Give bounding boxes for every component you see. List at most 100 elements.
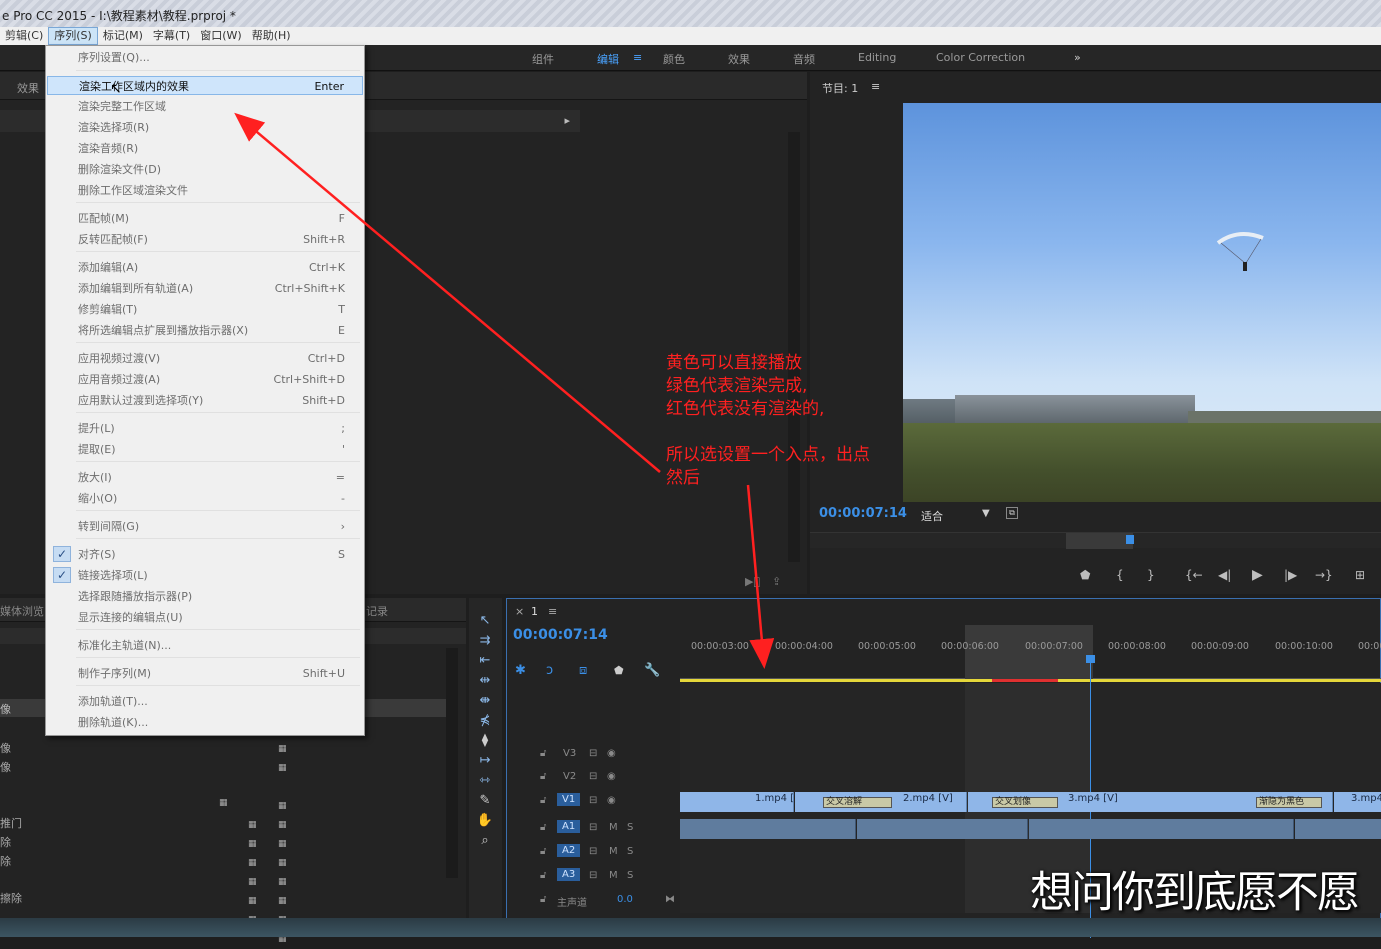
menu-item[interactable]: 添加轨道(T)... (47, 692, 363, 711)
playhead-handle[interactable] (1086, 655, 1095, 663)
menu-item[interactable]: 添加编辑到所有轨道(A) Ctrl+Shift+K (47, 279, 363, 298)
master-volume-value[interactable]: 0.0 (617, 894, 633, 905)
program-zoom-bar[interactable] (1066, 533, 1133, 549)
chevron-down-icon[interactable]: ▼ (982, 508, 990, 519)
panel-settings-icon[interactable]: ⇪ (772, 575, 781, 588)
menu-item[interactable]: 制作子序列(M) Shift+U (47, 664, 363, 683)
menu-item[interactable]: 放大(I) = (47, 468, 363, 487)
menu-item[interactable]: 应用默认过渡到选择项(Y) Shift+D (47, 391, 363, 410)
zoom-tool-icon[interactable]: ⌕ (475, 833, 495, 849)
wrench-icon[interactable]: 🔧 (644, 663, 660, 678)
timeline-timecode[interactable]: 00:00:07:14 (513, 627, 608, 643)
workspace-tab-audio[interactable]: 音频 (793, 51, 815, 67)
export-frame-icon[interactable]: ⧉ (1006, 507, 1018, 519)
menu-sequence[interactable]: 序列(S) (48, 27, 98, 45)
list-item[interactable]: 除 (0, 834, 11, 850)
mark-out-icon[interactable]: } (1147, 568, 1155, 582)
list-item[interactable]: 擦除 (0, 890, 22, 906)
go-to-in-icon[interactable]: {← (1185, 568, 1203, 582)
lock-icon[interactable]: 🔓︎ (540, 795, 546, 806)
tab-effects[interactable]: 效果 (17, 80, 39, 96)
track-name[interactable]: V2 (563, 771, 576, 782)
snap-icon[interactable]: ✱ (515, 663, 526, 678)
menu-item[interactable]: 转到间隔(G) › (47, 517, 363, 536)
step-back-icon[interactable]: ◀| (1218, 568, 1231, 582)
workspace-menu-icon[interactable]: ≡ (633, 51, 642, 64)
transition-dip-to-black[interactable]: 渐隐为黑色 (1256, 797, 1322, 808)
workspace-tab-editing-en[interactable]: Editing (858, 51, 896, 64)
track-name[interactable]: A2 (557, 844, 581, 857)
add-marker-icon[interactable]: ⬟ (1080, 568, 1090, 582)
toggle-sync-icon[interactable]: ⊟ (589, 771, 597, 782)
mark-in-icon[interactable]: { (1116, 568, 1124, 582)
lock-icon[interactable]: 🔓︎ (540, 822, 546, 833)
mute-button[interactable]: M (609, 870, 618, 881)
menu-title[interactable]: 字幕(T) (148, 28, 195, 44)
transition-cross-zoom[interactable]: 交叉划像 (992, 797, 1058, 808)
expand-arrow-icon[interactable]: ▸ (564, 114, 570, 127)
go-to-out-icon[interactable]: →} (1315, 568, 1333, 582)
pen-icon[interactable]: ✎ (475, 793, 495, 809)
menu-item[interactable]: 渲染完整工作区域 (47, 97, 363, 116)
list-item[interactable]: 像 (0, 759, 11, 775)
list-item[interactable]: 像 (0, 740, 11, 756)
panel-export-icon[interactable]: ▶⃓ (745, 575, 760, 588)
menu-item[interactable]: ✓ 对齐(S) S (47, 545, 363, 564)
audio-clip[interactable] (680, 819, 856, 839)
program-playhead[interactable] (1126, 535, 1134, 544)
slide-tool-icon[interactable]: ↦ (475, 753, 495, 769)
list-item[interactable]: 除 (0, 853, 11, 869)
workspace-tab-color[interactable]: 颜色 (663, 51, 685, 67)
audio-clip[interactable] (857, 819, 1028, 839)
timeline-seq-tab[interactable]: 1 (531, 605, 538, 618)
linked-selection-icon[interactable]: ↄ (546, 663, 553, 678)
master-end-icon[interactable]: ⧓ (665, 894, 675, 905)
solo-button[interactable]: S (627, 870, 633, 881)
marker-icon[interactable]: ⬟ (614, 664, 624, 677)
tab-log[interactable]: 记录 (366, 603, 388, 619)
workspace-tab-assembly[interactable]: 组件 (532, 51, 554, 67)
ripple-edit-tool-icon[interactable]: ⇤ (475, 653, 495, 669)
step-forward-icon[interactable]: |▶ (1284, 568, 1297, 582)
toggle-sync-icon[interactable]: ⊟ (589, 846, 597, 857)
eye-icon[interactable]: ◉ (607, 795, 616, 806)
menu-item[interactable]: ✓ 链接选择项(L) (47, 566, 363, 585)
play-icon[interactable]: ▶ (1252, 567, 1263, 583)
slip-tool-icon[interactable]: ⧫ (475, 733, 495, 749)
timeline-close-icon[interactable]: × (515, 605, 524, 618)
razor-tool-icon[interactable]: ⋠ (475, 713, 495, 729)
selection-tool-icon[interactable]: ↖ (475, 613, 495, 629)
menu-item[interactable]: 渲染音频(R) (47, 139, 363, 158)
menu-item[interactable]: 选择跟随播放指示器(P) (47, 587, 363, 606)
timeline-ruler[interactable] (680, 625, 1381, 679)
toggle-sync-icon[interactable]: ⊟ (589, 748, 597, 759)
solo-button[interactable]: S (627, 846, 633, 857)
program-menu-icon[interactable]: ≡ (871, 80, 880, 93)
audio-clip[interactable] (1029, 819, 1294, 839)
nest-icon[interactable]: ⧈ (579, 663, 587, 678)
track-name[interactable]: A3 (557, 868, 581, 881)
eye-icon[interactable]: ◉ (607, 771, 616, 782)
lock-icon[interactable]: 🔓︎ (540, 870, 546, 881)
list-item[interactable]: 推门 (0, 815, 22, 831)
pen-tool-icon[interactable]: ⇿ (475, 773, 495, 789)
lock-icon[interactable]: 🔓︎ (540, 748, 546, 759)
menu-item[interactable]: 标准化主轨道(N)... (47, 636, 363, 655)
menu-item[interactable]: 删除工作区域渲染文件 (47, 181, 363, 200)
solo-button[interactable]: S (627, 822, 633, 833)
menu-item[interactable]: 提升(L); (47, 419, 363, 438)
timeline-menu-icon[interactable]: ≡ (548, 605, 557, 618)
menu-item[interactable]: 序列设置(Q)... (47, 48, 363, 67)
effects-scrollbar[interactable] (788, 132, 800, 562)
tab-media-browser[interactable]: 媒体浏览 (0, 603, 44, 619)
lock-icon[interactable]: 🔓︎ (540, 846, 546, 857)
menu-item[interactable]: 添加编辑(A) Ctrl+K (47, 258, 363, 277)
menu-item[interactable]: 渲染选择项(R) (47, 118, 363, 137)
toggle-sync-icon[interactable]: ⊟ (589, 795, 597, 806)
menu-item[interactable]: 提取(E) ' (47, 440, 363, 459)
menu-item[interactable]: 将所选编辑点扩展到播放指示器(X) E (47, 321, 363, 340)
program-timecode[interactable]: 00:00:07:14 (819, 506, 907, 521)
transition-cross-dissolve[interactable]: 交叉溶解 (823, 797, 892, 808)
menu-window[interactable]: 窗口(W) (195, 28, 246, 44)
mute-button[interactable]: M (609, 846, 618, 857)
